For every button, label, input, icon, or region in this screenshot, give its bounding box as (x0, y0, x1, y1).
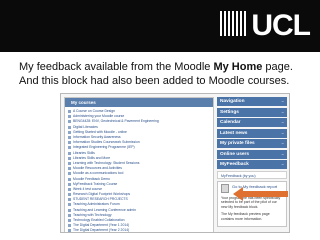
my-courses-panel: My courses A Course on Course Design Admi… (64, 97, 214, 232)
caption-text: page. (262, 61, 293, 73)
course-icon (68, 156, 71, 160)
block-list: Navigation − Settings − Calendar − Latest news… (217, 97, 287, 169)
course-icon (68, 120, 71, 124)
moodle-screenshot: My courses A Course on Course Design Admi… (60, 93, 290, 233)
course-icon (68, 219, 71, 223)
report-icon (221, 183, 229, 193)
collapse-icon[interactable]: − (282, 139, 284, 148)
block-title: My private files (220, 141, 255, 146)
course-icon (68, 151, 71, 155)
collapse-icon[interactable]: − (282, 150, 284, 159)
collapse-icon[interactable]: − (282, 97, 284, 106)
block-title: Online users (220, 151, 250, 157)
course-icon (68, 172, 71, 176)
course-icon (68, 182, 71, 186)
collapse-icon[interactable]: − (282, 129, 284, 138)
block-title: Calendar (220, 120, 241, 125)
course-icon (68, 208, 71, 212)
collapse-icon[interactable]: − (282, 160, 284, 169)
block-header[interactable]: MyFeedback − (217, 160, 287, 169)
myfeedback-link[interactable]: MyFeedback (by you) (217, 170, 287, 179)
collapse-icon[interactable]: − (282, 118, 284, 127)
block-title: MyFeedback (220, 162, 249, 167)
caption-text: My feedback available from the Moodle (19, 61, 214, 73)
block-title: Navigation (220, 99, 245, 104)
panel-title: My courses (71, 100, 96, 105)
caption-line-1: My feedback available from the Moodle My… (19, 60, 315, 74)
block-header[interactable]: Latest news − (217, 128, 287, 138)
ucl-logo: UCL (219, 9, 311, 43)
caption-emphasis: My Home (213, 61, 263, 73)
block-header[interactable]: Calendar − (217, 118, 287, 127)
block-header[interactable]: Navigation − (217, 97, 287, 106)
course-icon (68, 130, 71, 134)
course-icon (68, 198, 71, 202)
block-header[interactable]: Online users − (217, 149, 287, 159)
course-icon (68, 136, 71, 140)
course-link[interactable]: The Digital Department (Year 2 2014) (73, 228, 129, 232)
collapse-icon[interactable]: − (282, 108, 284, 117)
feedback-note: The My feedback preview page contains mo… (221, 212, 270, 221)
portico-icon (219, 9, 247, 39)
course-icon (68, 213, 71, 217)
course-icon (68, 141, 71, 145)
side-column: Navigation − Settings − Calendar − Latest news… (217, 97, 287, 228)
course-icon (68, 229, 71, 232)
course-icon (68, 224, 71, 228)
block-title: Settings (220, 109, 239, 115)
block-header[interactable]: My private files − (217, 139, 287, 148)
course-icon (68, 146, 71, 150)
course-icon (68, 110, 71, 114)
panel-heading: My courses (65, 98, 213, 107)
caption-line-2: And this block had also been added to Mo… (19, 75, 290, 87)
course-icon (68, 203, 71, 207)
course-item[interactable]: The Digital Department (Year 2 2014) (68, 228, 210, 232)
arrow-icon (233, 187, 288, 201)
course-icon (68, 177, 71, 181)
course-icon (68, 115, 71, 119)
course-list: A Course on Course Design Administering y… (65, 107, 213, 232)
block-header[interactable]: Settings − (217, 107, 287, 117)
course-icon (68, 125, 71, 129)
header-banner: UCL (0, 0, 320, 52)
course-icon (68, 161, 71, 165)
logo-text: UCL (251, 9, 311, 42)
course-icon (68, 193, 71, 197)
course-icon (68, 167, 71, 171)
block-title: Latest news (220, 130, 248, 136)
course-icon (68, 187, 71, 191)
